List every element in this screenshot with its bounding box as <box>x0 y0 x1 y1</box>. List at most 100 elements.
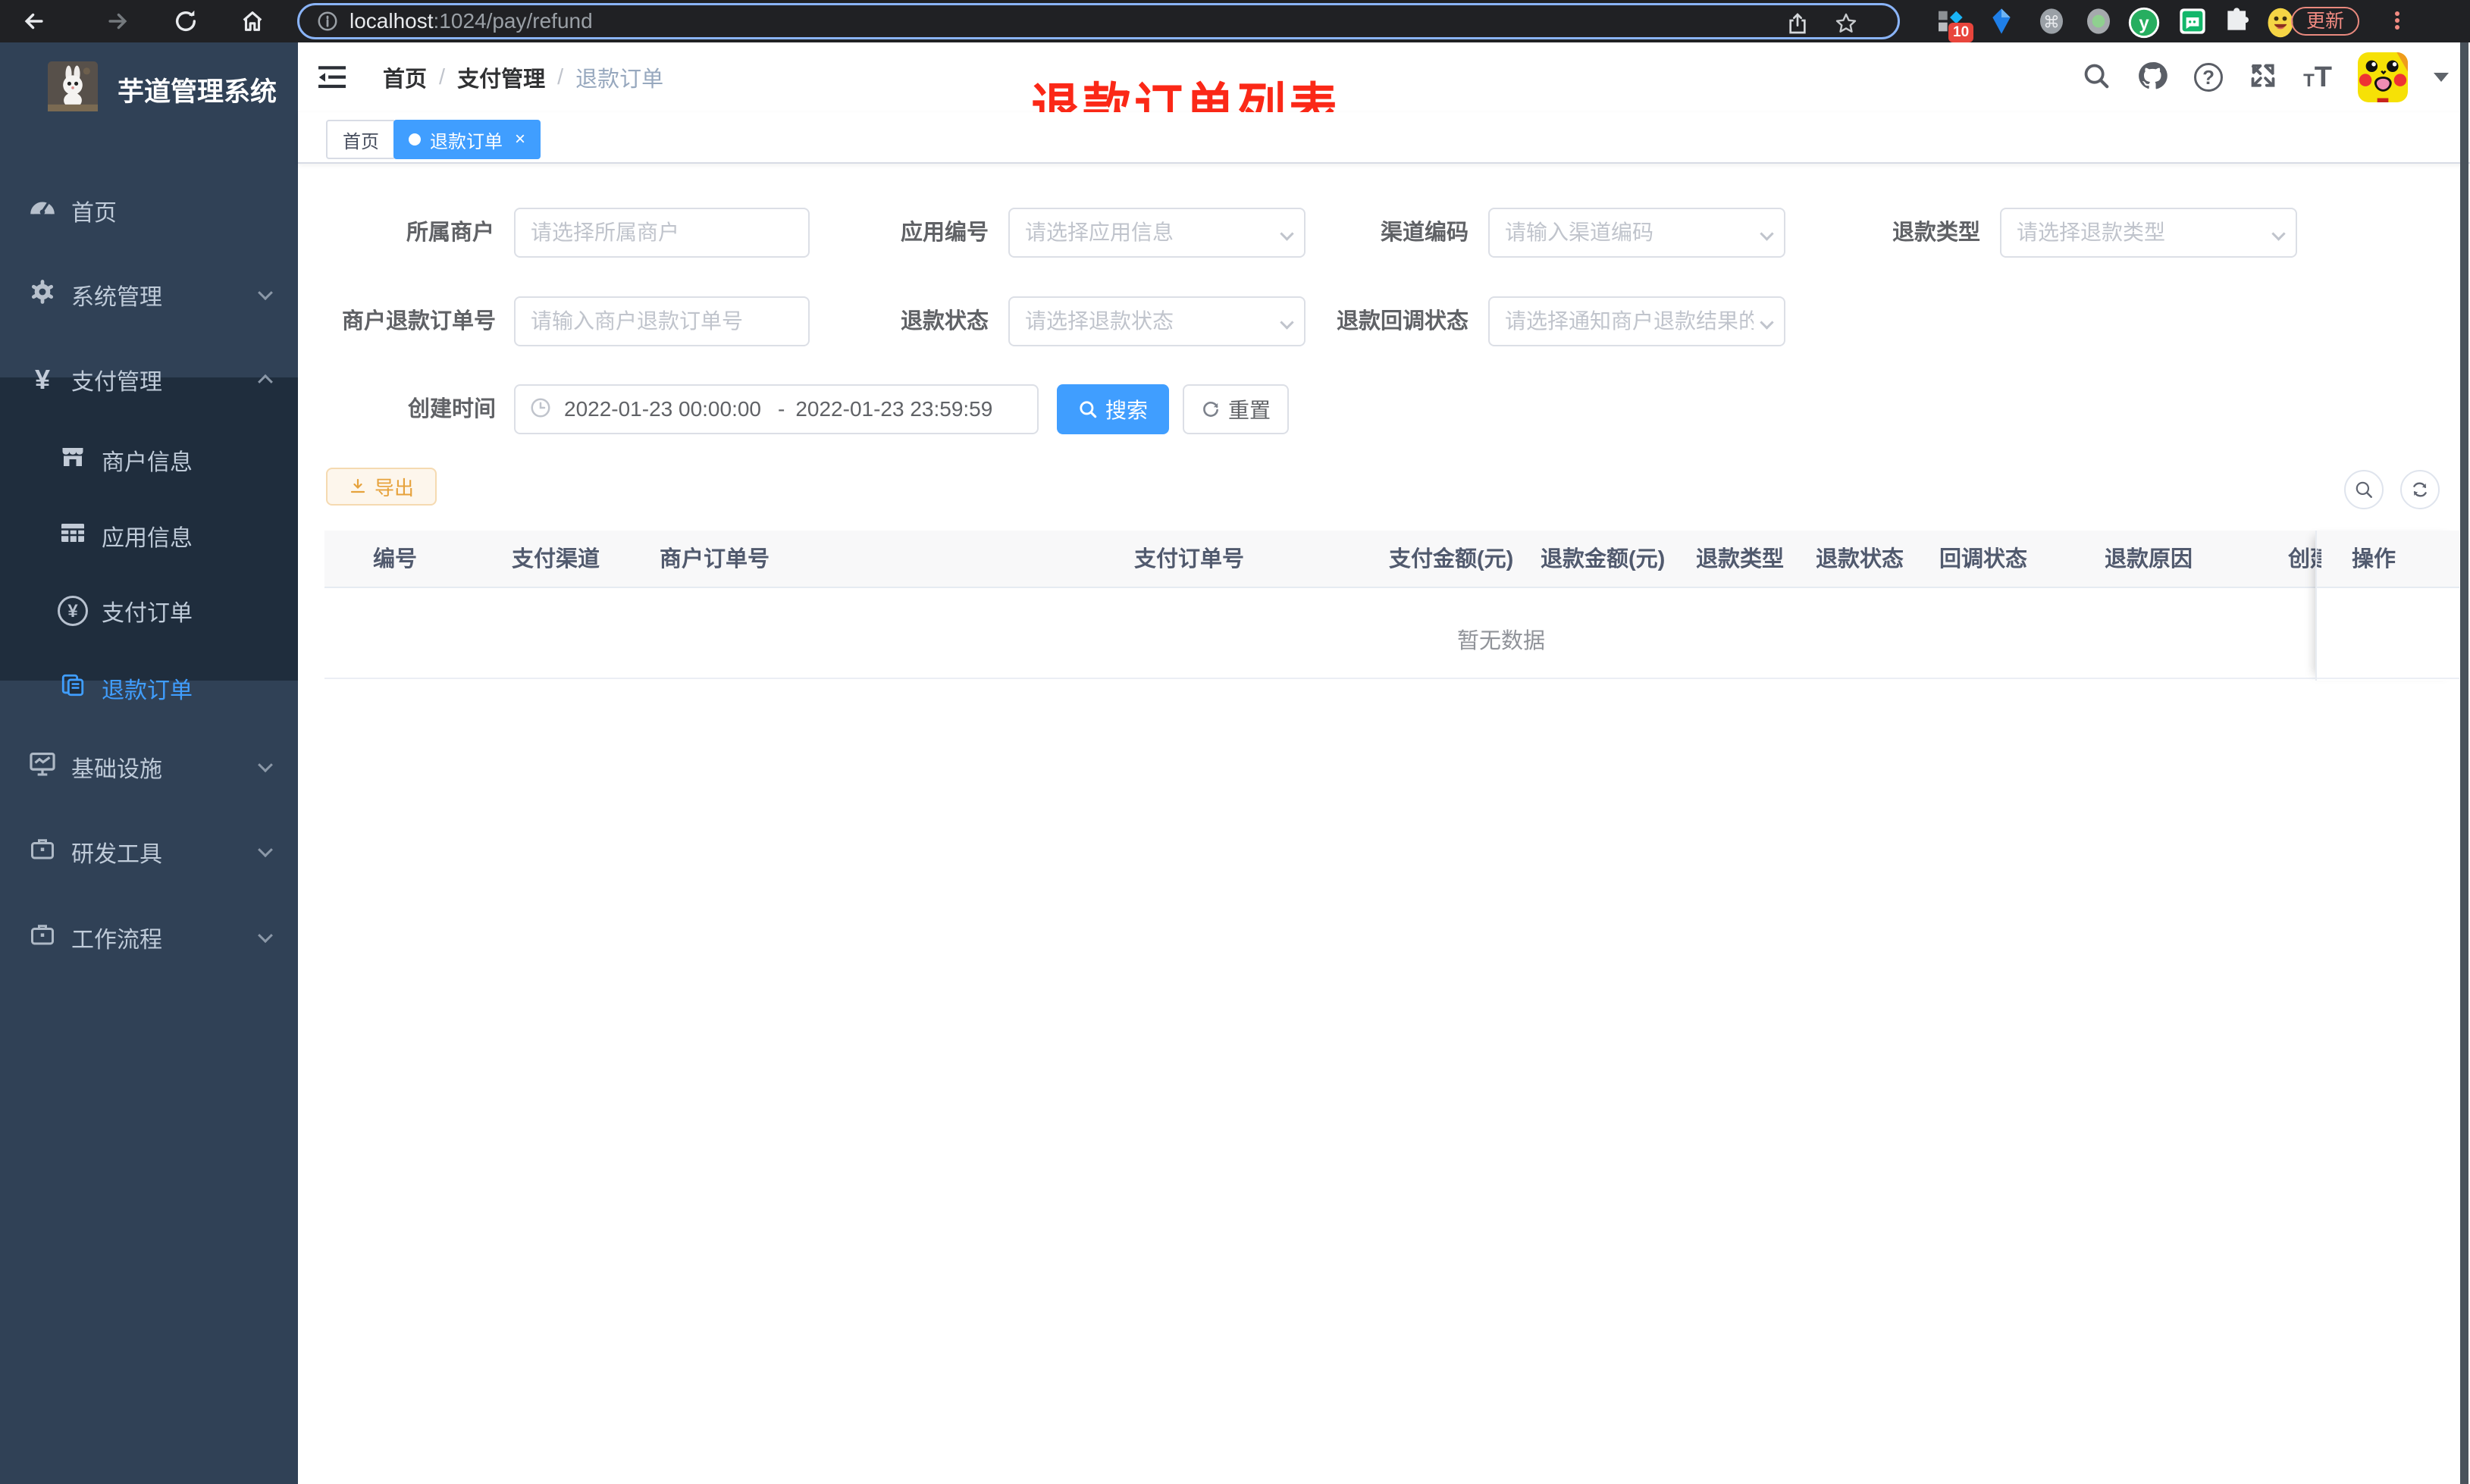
col-refund-reason: 退款原因 <box>2105 547 2193 571</box>
github-icon[interactable] <box>2136 60 2168 95</box>
avatar-caret-icon[interactable] <box>2434 73 2449 82</box>
create-time-range-picker[interactable]: 2022-01-23 00:00:00 - 2022-01-23 23:59:5… <box>514 384 1039 434</box>
merchant-refund-no-input[interactable] <box>514 296 810 346</box>
extension-proxy-icon[interactable]: 10 <box>1935 6 1974 42</box>
label-callback-status: 退款回调状态 <box>1336 309 1469 333</box>
extensions-puzzle-icon[interactable] <box>2223 6 2253 36</box>
sidebar-item-infra[interactable]: 基础设施 <box>0 729 298 805</box>
avatar[interactable] <box>2358 52 2408 102</box>
extension-y-icon[interactable]: y <box>2127 6 2160 39</box>
app-title: 芋道管理系统 <box>118 77 277 107</box>
sidebar-item-devtools[interactable]: 研发工具 <box>0 814 298 890</box>
col-pay-channel: 支付渠道 <box>512 547 600 571</box>
hamburger-fold-icon[interactable] <box>317 64 347 95</box>
label-merchant-refund-no: 商户退款订单号 <box>341 309 496 333</box>
profile-emoji-icon[interactable] <box>2264 6 2294 38</box>
sidebar-item-app-info[interactable]: 应用信息 <box>0 498 298 574</box>
toolbox-icon <box>26 835 59 869</box>
merchant-select[interactable] <box>514 208 810 258</box>
extension-cmd-icon[interactable]: ⌘ <box>2036 6 2067 36</box>
chevron-down-icon <box>258 757 273 773</box>
refresh-table-button[interactable] <box>2400 470 2440 509</box>
dashboard-icon <box>26 193 59 229</box>
reset-button[interactable]: 重置 <box>1183 384 1289 434</box>
browser-toolbar: localhost:1024/pay/refund 10 ⌘ y 更新 <box>0 0 2470 42</box>
active-dot <box>409 133 421 146</box>
sidebar-item-payment[interactable]: ¥ 支付管理 <box>0 342 298 418</box>
col-actions: 操作 <box>2352 547 2396 571</box>
label-merchant: 所属商户 <box>406 221 494 245</box>
share-icon[interactable] <box>1785 11 1810 36</box>
extension-recorder-icon[interactable] <box>2083 6 2114 36</box>
sidebar-item-pay-order[interactable]: ¥ 支付订单 <box>0 573 298 649</box>
help-icon[interactable]: ? <box>2194 63 2224 92</box>
yen-circle-icon: ¥ <box>56 596 89 626</box>
url-path: :1024/pay/refund <box>433 9 593 33</box>
label-refund-type: 退款类型 <box>1892 221 1980 245</box>
sidebar-item-system[interactable]: 系统管理 <box>0 257 298 333</box>
search-button[interactable]: 搜索 <box>1057 384 1169 434</box>
tags-view-bar: 首页 退款订单 × <box>298 112 2470 164</box>
sidebar-item-refund-order[interactable]: 退款订单 <box>0 650 298 726</box>
browser-home-icon[interactable] <box>240 8 265 34</box>
refund-type-select[interactable] <box>2000 208 2297 258</box>
col-id: 编号 <box>373 547 418 571</box>
table-icon <box>56 519 89 553</box>
label-refund-status: 退款状态 <box>900 309 989 333</box>
label-create-time: 创建时间 <box>407 397 496 421</box>
url-bar[interactable]: localhost:1024/pay/refund <box>297 3 1900 39</box>
tag-home[interactable]: 首页 <box>326 120 396 159</box>
extension-chat-icon[interactable] <box>2177 6 2208 36</box>
gear-icon <box>26 277 59 312</box>
extension-badge: 10 <box>1948 23 1974 42</box>
url-host: localhost <box>349 9 434 33</box>
channel-select[interactable] <box>1488 208 1785 258</box>
app-select[interactable] <box>1008 208 1306 258</box>
breadcrumb-current: 退款订单 <box>575 67 664 92</box>
col-refund-status: 退款状态 <box>1816 547 1904 571</box>
font-size-icon[interactable]: TT <box>2303 61 2332 94</box>
svg-text:⌘: ⌘ <box>2043 12 2060 31</box>
search-icon[interactable] <box>2082 61 2111 94</box>
sidebar-item-workflow[interactable]: 工作流程 <box>0 900 298 975</box>
table-empty-row <box>324 590 2459 679</box>
end-date-value[interactable]: 2022-01-23 23:59:59 <box>795 397 997 421</box>
sidebar: 芋道管理系统 首页 系统管理 ¥ 支付管理 商户信息 应用信息 ¥ 支付订单 退… <box>0 42 298 1484</box>
col-refund-type: 退款类型 <box>1696 547 1785 571</box>
storefront-icon <box>56 443 89 477</box>
page-scrollbar[interactable] <box>2460 42 2468 1484</box>
browser-refresh-icon[interactable] <box>173 8 199 34</box>
tag-refund-order[interactable]: 退款订单 × <box>393 120 541 159</box>
browser-update-button[interactable]: 更新 <box>2291 7 2360 36</box>
col-pay-order-no: 支付订单号 <box>1134 547 1245 571</box>
breadcrumb-home[interactable]: 首页 <box>383 61 427 93</box>
chevron-down-icon <box>258 842 273 858</box>
col-callback-status: 回调状态 <box>1939 547 2028 571</box>
sidebar-logo[interactable]: 芋道管理系统 <box>0 61 298 111</box>
breadcrumb-payment[interactable]: 支付管理 <box>457 61 545 93</box>
toggle-search-button[interactable] <box>2344 470 2384 509</box>
label-app: 应用编号 <box>900 221 989 245</box>
browser-forward-icon[interactable] <box>105 8 130 34</box>
sidebar-item-merchant-info[interactable]: 商户信息 <box>0 422 298 498</box>
sidebar-item-home[interactable]: 首页 <box>0 173 298 249</box>
chevron-up-icon <box>258 374 273 390</box>
navbar-actions: ? TT <box>2082 42 2449 112</box>
tag-close-icon[interactable]: × <box>515 130 525 149</box>
fullscreen-icon[interactable] <box>2249 61 2277 94</box>
clock-icon <box>529 396 552 423</box>
document-copy-icon <box>56 672 89 704</box>
start-date-value[interactable]: 2022-01-23 00:00:00 <box>564 397 767 421</box>
chevron-down-icon <box>258 928 273 944</box>
breadcrumb: 首页 / 支付管理 / 退款订单 <box>383 42 663 112</box>
bookmark-star-icon[interactable] <box>1834 11 1858 36</box>
page-info-icon[interactable] <box>316 10 339 33</box>
callback-status-select[interactable] <box>1488 296 1785 346</box>
browser-back-icon[interactable] <box>21 8 47 34</box>
browser-menu-icon[interactable] <box>2394 9 2400 32</box>
logo-rabbit-image <box>48 61 98 115</box>
svg-text:y: y <box>2139 13 2149 33</box>
extension-gem-icon[interactable] <box>1986 6 2017 36</box>
monitor-chart-icon <box>26 750 59 784</box>
export-button[interactable]: 导出 <box>326 468 437 506</box>
